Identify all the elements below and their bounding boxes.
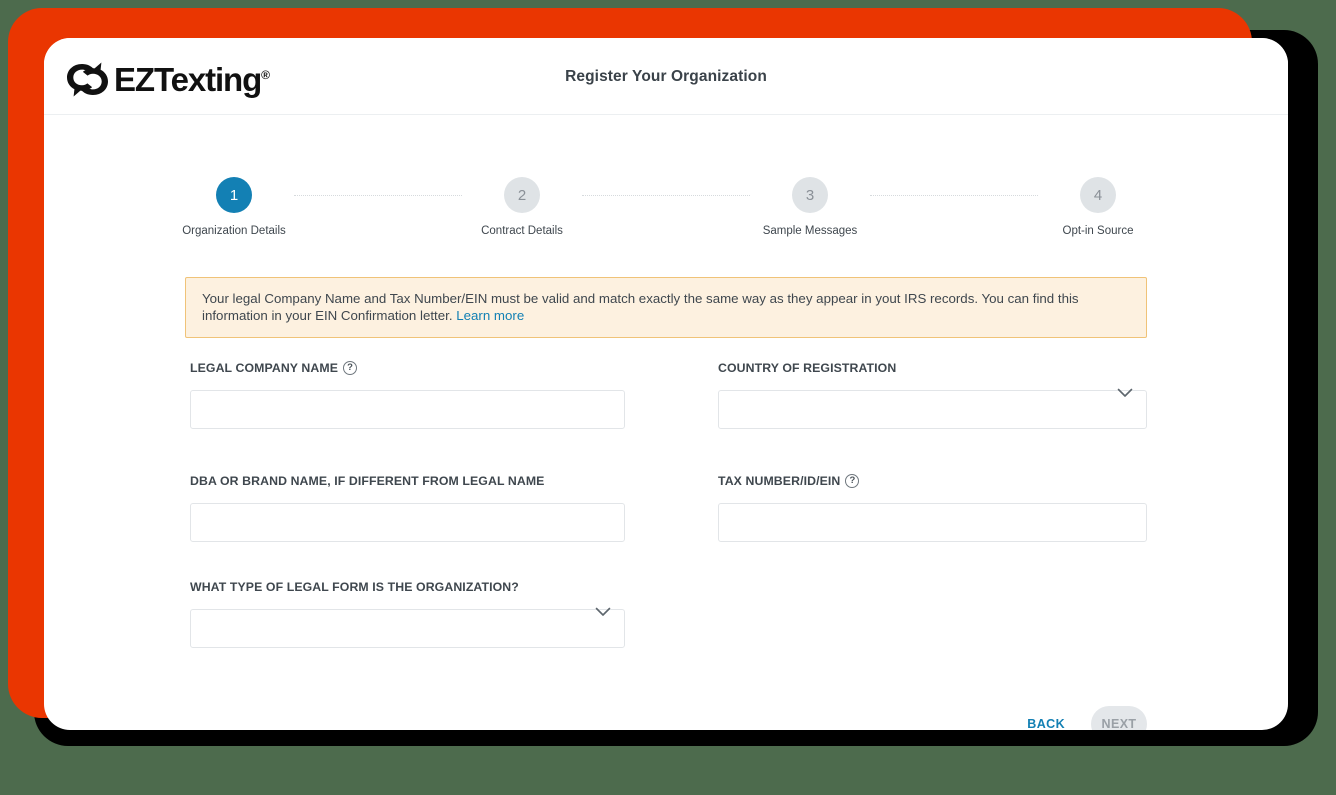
help-icon[interactable]: ? [343,361,358,375]
page-content: 1 Organization Details 2 Contract Detail… [44,177,1288,730]
step-label: Sample Messages [762,225,858,237]
page-title: Register Your Organization [565,68,767,85]
tax-number-input[interactable] [718,503,1147,542]
country-of-registration-label: COUNTRY OF REGISTRATION [718,358,1147,378]
legal-company-name-label: LEGAL COMPANY NAME ? [190,358,625,378]
alert-text: Your legal Company Name and Tax Number/E… [202,291,1079,323]
country-of-registration-select[interactable] [718,390,1147,429]
step-label: Organization Details [182,225,286,237]
app-card: EZTexting® Register Your Organization 1 … [44,38,1288,730]
step-connector [294,195,462,197]
field-legal-form: WHAT TYPE OF LEGAL FORM IS THE ORGANIZAT… [190,577,625,648]
step-organization-details[interactable]: 1 Organization Details [174,177,294,237]
field-country-of-registration: COUNTRY OF REGISTRATION [718,358,1147,429]
legal-form-label: WHAT TYPE OF LEGAL FORM IS THE ORGANIZAT… [190,577,625,597]
dba-brand-name-input[interactable] [190,503,625,542]
field-tax-number: TAX NUMBER/ID/EIN ? [718,471,1147,542]
organization-form: LEGAL COMPANY NAME ? COUNTRY OF REGISTRA… [190,358,1147,657]
step-number-badge: 1 [216,177,252,213]
label-text: LEGAL COMPANY NAME [190,361,339,375]
back-button[interactable]: BACK [1015,707,1077,730]
form-spacer [718,577,1147,657]
learn-more-link[interactable]: Learn more [456,308,524,323]
tax-number-label: TAX NUMBER/ID/EIN ? [718,471,1147,491]
label-text: COUNTRY OF REGISTRATION [718,361,897,375]
step-connector [582,195,750,197]
app-header: EZTexting® Register Your Organization [44,38,1288,115]
label-text: DBA OR BRAND NAME, IF DIFFERENT FROM LEG… [190,474,545,488]
legal-form-select[interactable] [190,609,625,648]
step-number-badge: 2 [504,177,540,213]
legal-company-name-input[interactable] [190,390,625,429]
step-label: Opt-in Source [1062,225,1134,237]
label-text: TAX NUMBER/ID/EIN [718,474,841,488]
dba-brand-name-label: DBA OR BRAND NAME, IF DIFFERENT FROM LEG… [190,471,625,491]
progress-stepper: 1 Organization Details 2 Contract Detail… [174,177,1158,253]
field-dba-brand-name: DBA OR BRAND NAME, IF DIFFERENT FROM LEG… [190,471,625,542]
form-actions: BACK NEXT [1015,706,1147,730]
step-contract-details[interactable]: 2 Contract Details [462,177,582,237]
step-connector [870,195,1038,197]
label-text: WHAT TYPE OF LEGAL FORM IS THE ORGANIZAT… [190,580,519,594]
field-legal-company-name: LEGAL COMPANY NAME ? [190,358,625,429]
step-number-badge: 4 [1080,177,1116,213]
step-label: Contract Details [481,225,563,237]
help-icon[interactable]: ? [845,474,860,488]
step-opt-in-source[interactable]: 4 Opt-in Source [1038,177,1158,237]
info-alert: Your legal Company Name and Tax Number/E… [185,277,1147,338]
step-sample-messages[interactable]: 3 Sample Messages [750,177,870,237]
step-number-badge: 3 [792,177,828,213]
next-button[interactable]: NEXT [1091,706,1147,730]
